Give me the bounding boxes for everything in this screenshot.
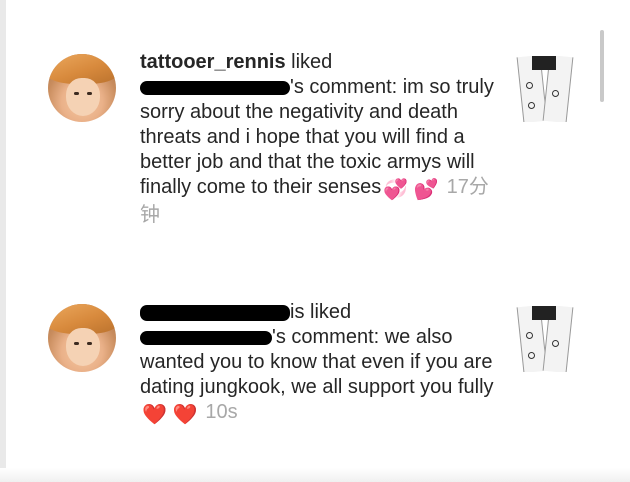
avatar[interactable] bbox=[48, 304, 116, 372]
hearts-emoji-icon: 💞 💕 bbox=[383, 179, 439, 201]
scrollbar[interactable] bbox=[600, 30, 604, 102]
username-link[interactable]: tattooer_rennis bbox=[140, 51, 286, 73]
avatar-eye bbox=[87, 92, 92, 95]
avatar-face bbox=[66, 78, 100, 116]
post-thumbnail[interactable] bbox=[512, 306, 578, 372]
tattoo-mark bbox=[526, 332, 533, 339]
tattoo-mark bbox=[526, 82, 533, 89]
redacted-username bbox=[140, 80, 290, 95]
redacted-username bbox=[140, 330, 272, 345]
comment-prefix: 's comment: bbox=[272, 326, 385, 348]
action-text: is liked bbox=[290, 301, 352, 323]
redacted-username bbox=[140, 304, 290, 321]
bottom-edge bbox=[0, 468, 630, 482]
action-text: liked bbox=[285, 51, 333, 73]
activity-text: tattooer_rennis liked 's comment: im so … bbox=[140, 50, 500, 228]
left-frame-border bbox=[0, 0, 6, 482]
avatar-eye bbox=[74, 92, 79, 95]
activity-text: is liked 's comment: we also wanted you … bbox=[140, 300, 500, 428]
avatar-eye bbox=[87, 342, 92, 345]
tattoo-mark bbox=[528, 352, 535, 359]
sleeve-band bbox=[532, 306, 556, 320]
timestamp: 10s bbox=[205, 401, 238, 423]
post-thumbnail[interactable] bbox=[512, 56, 578, 122]
tattoo-mark bbox=[528, 102, 535, 109]
sleeve-band bbox=[532, 56, 556, 70]
avatar[interactable] bbox=[48, 54, 116, 122]
hearts-emoji-icon: ❤️ ❤️ bbox=[142, 404, 198, 426]
tattoo-mark bbox=[552, 340, 559, 347]
avatar-face bbox=[66, 328, 100, 366]
avatar-eye bbox=[74, 342, 79, 345]
tattoo-mark bbox=[552, 90, 559, 97]
comment-prefix: 's comment: bbox=[290, 76, 403, 98]
